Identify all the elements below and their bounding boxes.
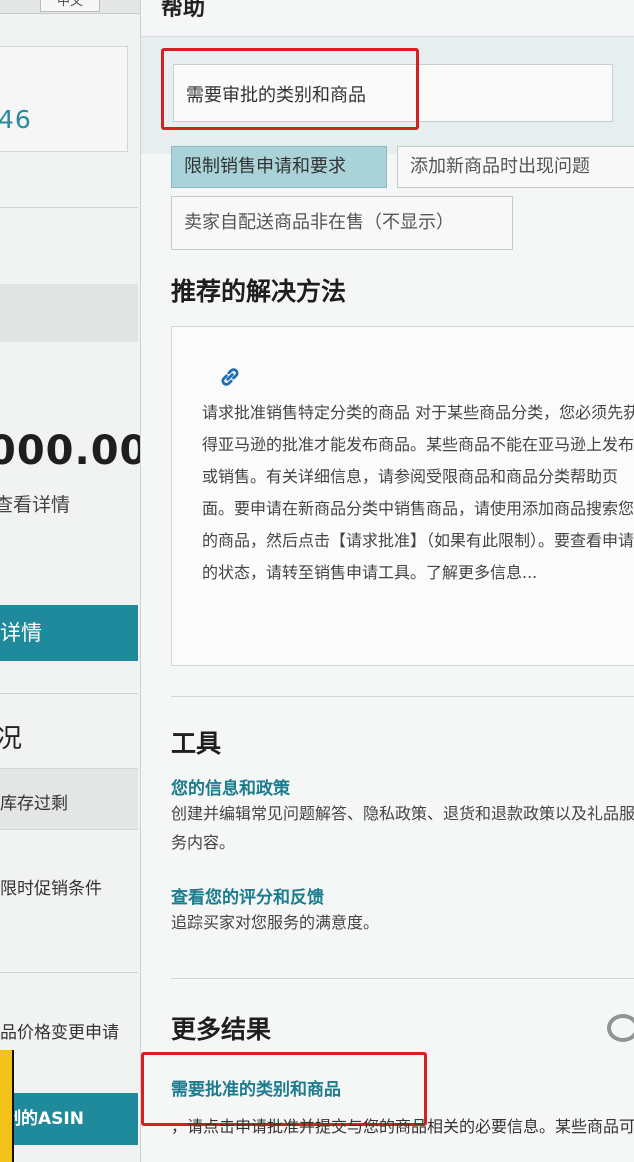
list-item-price-change[interactable]: 品价格变更申请	[0, 1018, 119, 1043]
list-item-label: 库存过剩	[0, 794, 68, 814]
tool-link-policies[interactable]: 您的信息和政策	[171, 774, 290, 799]
divider	[0, 972, 138, 973]
language-tab[interactable]: 中文	[40, 0, 100, 12]
tool-desc-feedback: 追踪买家对您服务的满意度。	[171, 913, 380, 932]
list-item-excess-inventory[interactable]: 库存过剩	[0, 768, 138, 830]
restricted-asin-button[interactable]: 制的ASIN	[0, 1093, 138, 1145]
list-item-deal-conditions[interactable]: 限时促销条件	[0, 874, 102, 899]
divider	[171, 696, 634, 697]
more-result-snippet: ，请点击申请批准并提交与您的商品相关的必要信息。某些商品可能会在 ASIN、品牌…	[171, 1117, 634, 1136]
details-button[interactable]: 详情	[0, 605, 138, 661]
help-panel-title: 帮助	[161, 0, 206, 21]
divider	[171, 978, 634, 979]
recommended-solution-card: 请求批准销售特定分类的商品 对于某些商品分类，您必须先获得亚马逊的批准才能发布商…	[171, 326, 634, 666]
divider	[0, 693, 138, 694]
suggestion-chip-fbm-inactive[interactable]: 卖家自配送商品非在售（不显示）	[171, 196, 513, 250]
suggestion-chip-add-product-issue[interactable]: 添加新商品时出现问题	[397, 146, 634, 188]
divider	[0, 207, 138, 208]
highlight-box-search	[161, 48, 419, 130]
tool-link-feedback[interactable]: 查看您的评分和反馈	[171, 883, 324, 908]
recommended-heading: 推荐的解决方法	[171, 277, 347, 306]
tools-heading: 工具	[171, 729, 222, 758]
hand-cursor-icon	[0, 1050, 14, 1162]
background-page-panel: 中文 46 000.00 查看详情 详情 况 库存过剩 限时促销条件 品价格变更…	[0, 0, 140, 1162]
more-results-heading: 更多结果	[171, 1015, 272, 1044]
count-card: 46	[0, 46, 128, 152]
link-icon[interactable]	[216, 363, 244, 391]
count-value[interactable]: 46	[0, 105, 32, 134]
loading-spinner-icon	[607, 1014, 634, 1042]
section-heading: 况	[0, 724, 23, 754]
help-panel: 帮助 需要审批的类别和商品 限制销售申请和要求 添加新商品时出现问题 卖家自配送…	[140, 0, 634, 1162]
tab-strip: 中文	[0, 0, 140, 14]
section-band	[0, 284, 138, 342]
balance-amount: 000.00	[0, 428, 140, 474]
tool-desc-policies: 创建并编辑常见问题解答、隐私政策、退货和退款政策以及礼品服务内容。	[171, 804, 634, 852]
view-details-link[interactable]: 查看详情	[0, 490, 70, 517]
suggestion-chip-restricted-sales[interactable]: 限制销售申请和要求	[171, 146, 387, 188]
recommended-solution-text: 请求批准销售特定分类的商品 对于某些商品分类，您必须先获得亚马逊的批准才能发布商…	[202, 403, 634, 582]
